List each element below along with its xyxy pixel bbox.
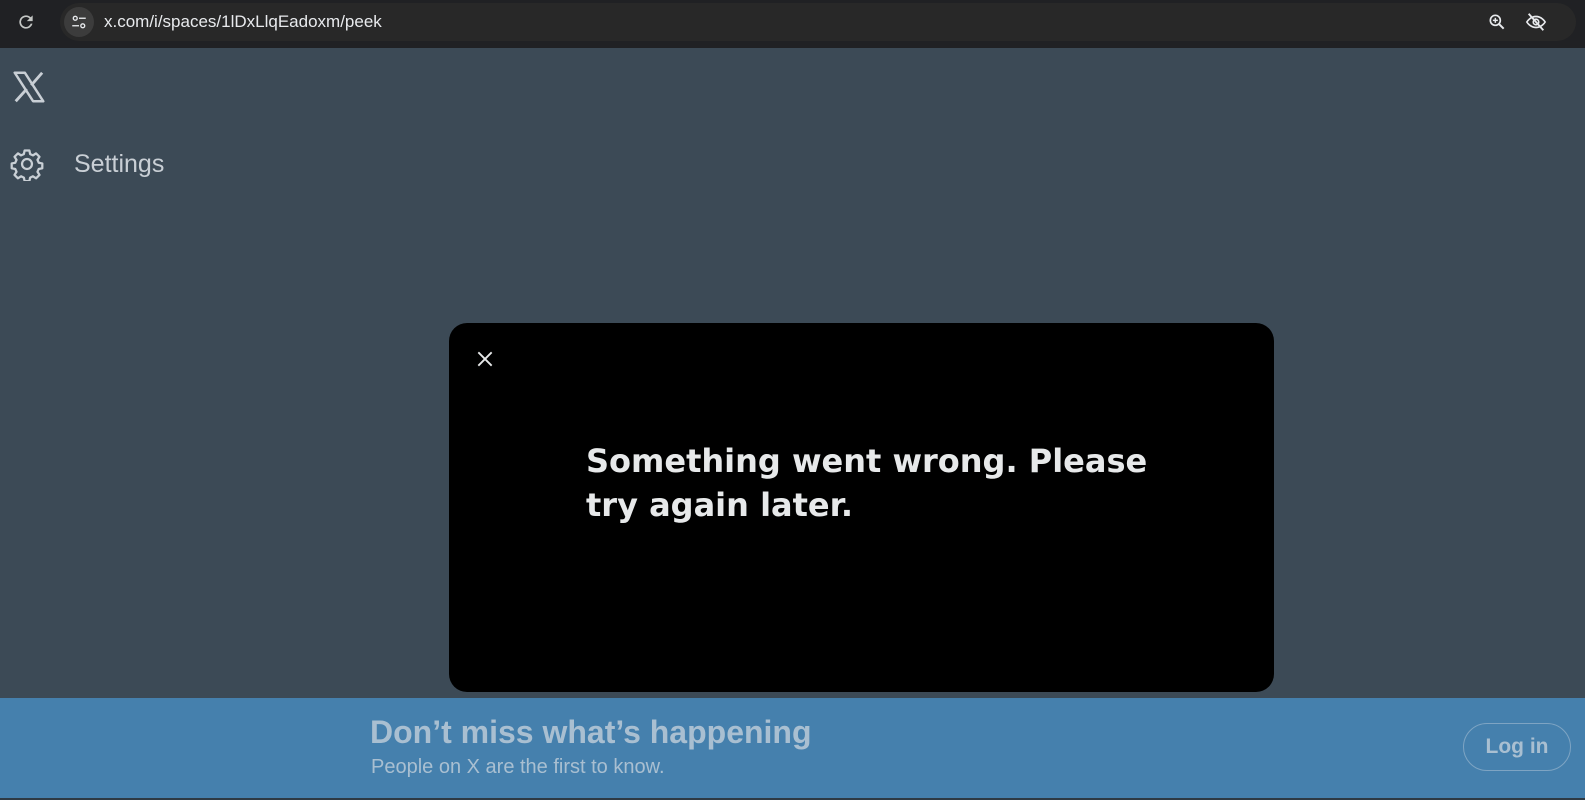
gear-icon [10, 149, 44, 181]
tune-icon [72, 15, 86, 29]
zoom-in-icon [1489, 14, 1505, 30]
reload-button[interactable] [12, 8, 40, 36]
eye-off-icon [1525, 13, 1547, 31]
login-button[interactable]: Log in [1463, 723, 1571, 771]
sidebar-item-label: Settings [74, 149, 165, 178]
browser-toolbar: x.com/i/spaces/1lDxLlqEadoxm/peek [0, 0, 1585, 48]
url-text[interactable]: x.com/i/spaces/1lDxLlqEadoxm/peek [104, 12, 382, 32]
reload-icon [19, 15, 33, 29]
error-message: Something went wrong. Please try again l… [586, 442, 1148, 524]
x-logo-icon[interactable] [10, 68, 48, 106]
close-icon [477, 351, 493, 367]
close-button[interactable] [469, 343, 501, 375]
banner-subtitle: People on X are the first to know. [371, 756, 665, 778]
banner-title: Don’t miss what’s happening [370, 714, 812, 750]
site-info-button[interactable] [64, 7, 94, 37]
tracking-protection-button[interactable] [1524, 10, 1548, 34]
address-bar[interactable]: x.com/i/spaces/1lDxLlqEadoxm/peek [60, 3, 1576, 41]
zoom-button[interactable] [1485, 10, 1509, 34]
error-dialog: Something went wrong. Please try again l… [449, 323, 1274, 692]
login-banner: Don’t miss what’s happening People on X … [0, 698, 1585, 798]
sidebar-item-settings[interactable]: Settings [10, 146, 164, 182]
